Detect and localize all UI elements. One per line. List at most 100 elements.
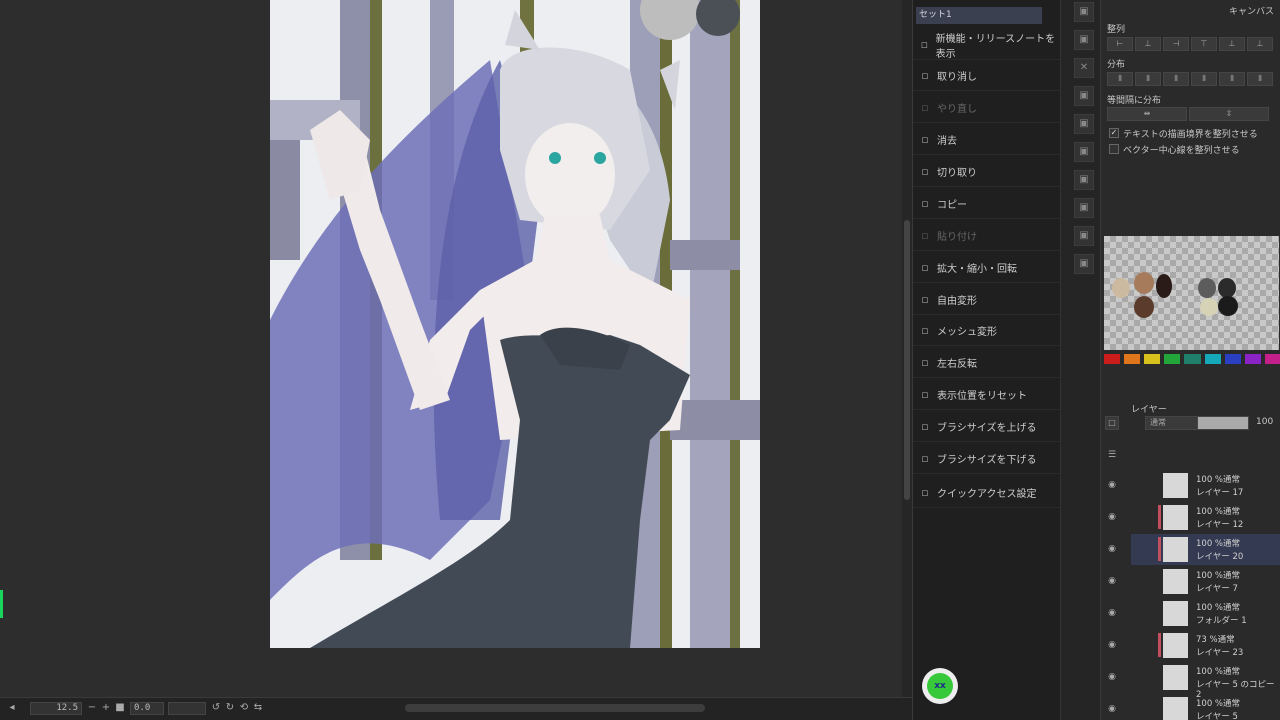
panel-tool-icon[interactable]: ▣ [1074,2,1094,22]
layer-visibility-icon[interactable]: ◉ [1106,544,1118,554]
flip-view-icon[interactable]: ⇆ [252,701,264,715]
zoom-field[interactable]: 12.5 [30,702,82,715]
quick-access-set-tab[interactable]: セット1 [916,7,1042,24]
quick-access-item[interactable]: ▫ 自由変形 [913,285,1061,315]
quick-access-item[interactable]: ▫ 切り取り [913,157,1061,187]
horizontal-scrollbar[interactable] [405,704,705,712]
quick-access-item[interactable]: ▫ 表示位置をリセット [913,380,1061,410]
swatch[interactable] [1134,296,1154,318]
layer-mask-icon[interactable]: □ [1105,416,1119,430]
align-middle-button[interactable]: ⊥ [1219,37,1245,51]
panel-tool-icon[interactable]: ▣ [1074,86,1094,106]
zoom-in-button[interactable]: + [100,701,112,715]
zoom-out-button[interactable]: − [86,701,98,715]
swatch[interactable] [1134,272,1154,294]
distribute-bottom-button[interactable]: ⫴ [1247,72,1273,86]
color-set-swatch[interactable] [1164,354,1181,364]
align-right-button[interactable]: ⊣ [1163,37,1189,51]
blend-mode-select[interactable]: 通常 [1145,416,1201,430]
color-set-swatch[interactable] [1224,354,1241,364]
layer-row[interactable]: 100 %通常 レイヤー 7 [1131,566,1280,597]
swatch[interactable] [1218,278,1236,298]
layer-visibility-icon[interactable]: ◉ [1106,672,1118,682]
color-history-swatches[interactable] [1104,236,1279,350]
artwork-canvas[interactable] [270,0,760,648]
panel-tool-icon[interactable]: ▣ [1074,114,1094,134]
panel-menu-icon[interactable]: ☰ [1106,450,1118,460]
layer-visibility-icon[interactable]: ◉ [1106,608,1118,618]
panel-tool-icon[interactable]: ▣ [1074,226,1094,246]
fit-view-button[interactable]: ■ [114,701,126,715]
align-top-button[interactable]: ⊤ [1191,37,1217,51]
rotate-right-icon[interactable]: ↻ [224,701,236,715]
layer-visibility-icon[interactable]: ◉ [1106,576,1118,586]
quick-access-item[interactable]: ▫ やり直し [913,93,1061,123]
color-set-swatch[interactable] [1124,354,1141,364]
distribute-right-button[interactable]: ⫴ [1163,72,1189,86]
vertical-scrollbar[interactable] [902,0,912,697]
quick-access-item[interactable]: ▫ ブラシサイズを上げる [913,412,1061,442]
color-set-swatch[interactable] [1184,354,1201,364]
align-target-label[interactable]: キャンバス [1229,4,1274,17]
quick-access-item[interactable]: ▫ 取り消し [913,61,1061,91]
quick-access-item[interactable]: ▫ 左右反転 [913,348,1061,378]
align-bottom-button[interactable]: ⊥ [1247,37,1273,51]
distribute-center-button[interactable]: ⫴ [1135,72,1161,86]
reset-rotation-icon[interactable]: ⟲ [238,701,250,715]
quick-access-item[interactable]: ▫ 新機能・リリースノートを表示 [913,30,1061,60]
layer-row[interactable]: 100 %通常 レイヤー 5 のコピー 2 [1131,662,1280,700]
distribute-middle-button[interactable]: ⫴ [1219,72,1245,86]
panel-tool-icon[interactable]: ▣ [1074,198,1094,218]
floating-assistant-button[interactable]: xx [922,668,958,704]
quick-access-item[interactable]: ▫ 消去 [913,125,1061,155]
panel-tool-icon[interactable]: ▣ [1074,170,1094,190]
align-center-button[interactable]: ⊥ [1135,37,1161,51]
quick-access-item[interactable]: ▫ 貼り付け [913,221,1061,251]
layer-row[interactable]: 100 %通常 レイヤー 12 [1131,502,1280,533]
distribute-top-button[interactable]: ⫴ [1191,72,1217,86]
quick-access-item[interactable]: ▫ クイックアクセス設定 [913,478,1061,508]
color-set-swatch[interactable] [1204,354,1221,364]
canvas-workspace[interactable] [0,0,912,697]
layer-visibility-icon[interactable]: ◉ [1106,704,1118,714]
layer-row[interactable]: 100 %通常 レイヤー 5 [1131,694,1280,720]
option1-checkbox[interactable]: ✓ [1109,128,1119,138]
swatch[interactable] [1198,278,1216,298]
vertical-scroll-thumb[interactable] [904,220,910,500]
layer-row[interactable]: 100 %通常 フォルダー 1 [1131,598,1280,629]
rotate-left-icon[interactable]: ↺ [210,701,222,715]
quick-access-item[interactable]: ▫ ブラシサイズを下げる [913,444,1061,474]
quick-access-item[interactable]: ▫ コピー [913,189,1061,219]
layer-row[interactable]: 100 %通常 レイヤー 17 [1131,470,1280,501]
layer-row[interactable]: 100 %通常 レイヤー 20 [1131,534,1280,565]
layer-visibility-icon[interactable]: ◉ [1106,640,1118,650]
swatch[interactable] [1156,274,1172,298]
panel-tool-icon[interactable]: ▣ [1074,30,1094,50]
color-set-swatch[interactable] [1144,354,1161,364]
panel-tool-icon[interactable]: ▣ [1074,142,1094,162]
equal-spacing-vertical-button[interactable]: ⇳ [1189,107,1269,121]
swatch[interactable] [1200,298,1218,316]
quick-access-item[interactable]: ▫ 拡大・縮小・回転 [913,253,1061,283]
distribute-left-button[interactable]: ⫴ [1107,72,1133,86]
swatch[interactable] [1112,278,1130,298]
layer-row[interactable]: 73 %通常 レイヤー 23 [1131,630,1280,661]
angle-field[interactable]: 0.0 [130,702,164,715]
color-set-swatch[interactable] [1264,354,1280,364]
swatch[interactable] [1218,296,1238,316]
navigator-toggle-icon[interactable]: ◂ [6,701,18,715]
option2-checkbox[interactable] [1109,144,1119,154]
color-set-swatch[interactable] [1244,354,1261,364]
color-set-swatch[interactable] [1104,354,1121,364]
panel-tool-icon[interactable]: ▣ [1074,254,1094,274]
angle-slider[interactable] [168,702,206,715]
layer-visibility-icon[interactable]: ◉ [1106,512,1118,522]
opacity-value[interactable]: 100 [1256,417,1273,427]
layer-panel-tab[interactable]: レイヤー [1131,402,1167,415]
panel-tool-icon[interactable]: ✕ [1074,58,1094,78]
quick-access-item[interactable]: ▫ メッシュ変形 [913,316,1061,346]
align-left-button[interactable]: ⊢ [1107,37,1133,51]
equal-spacing-horizontal-button[interactable]: ⇹ [1107,107,1187,121]
opacity-slider[interactable] [1197,416,1249,430]
layer-visibility-icon[interactable]: ◉ [1106,480,1118,490]
